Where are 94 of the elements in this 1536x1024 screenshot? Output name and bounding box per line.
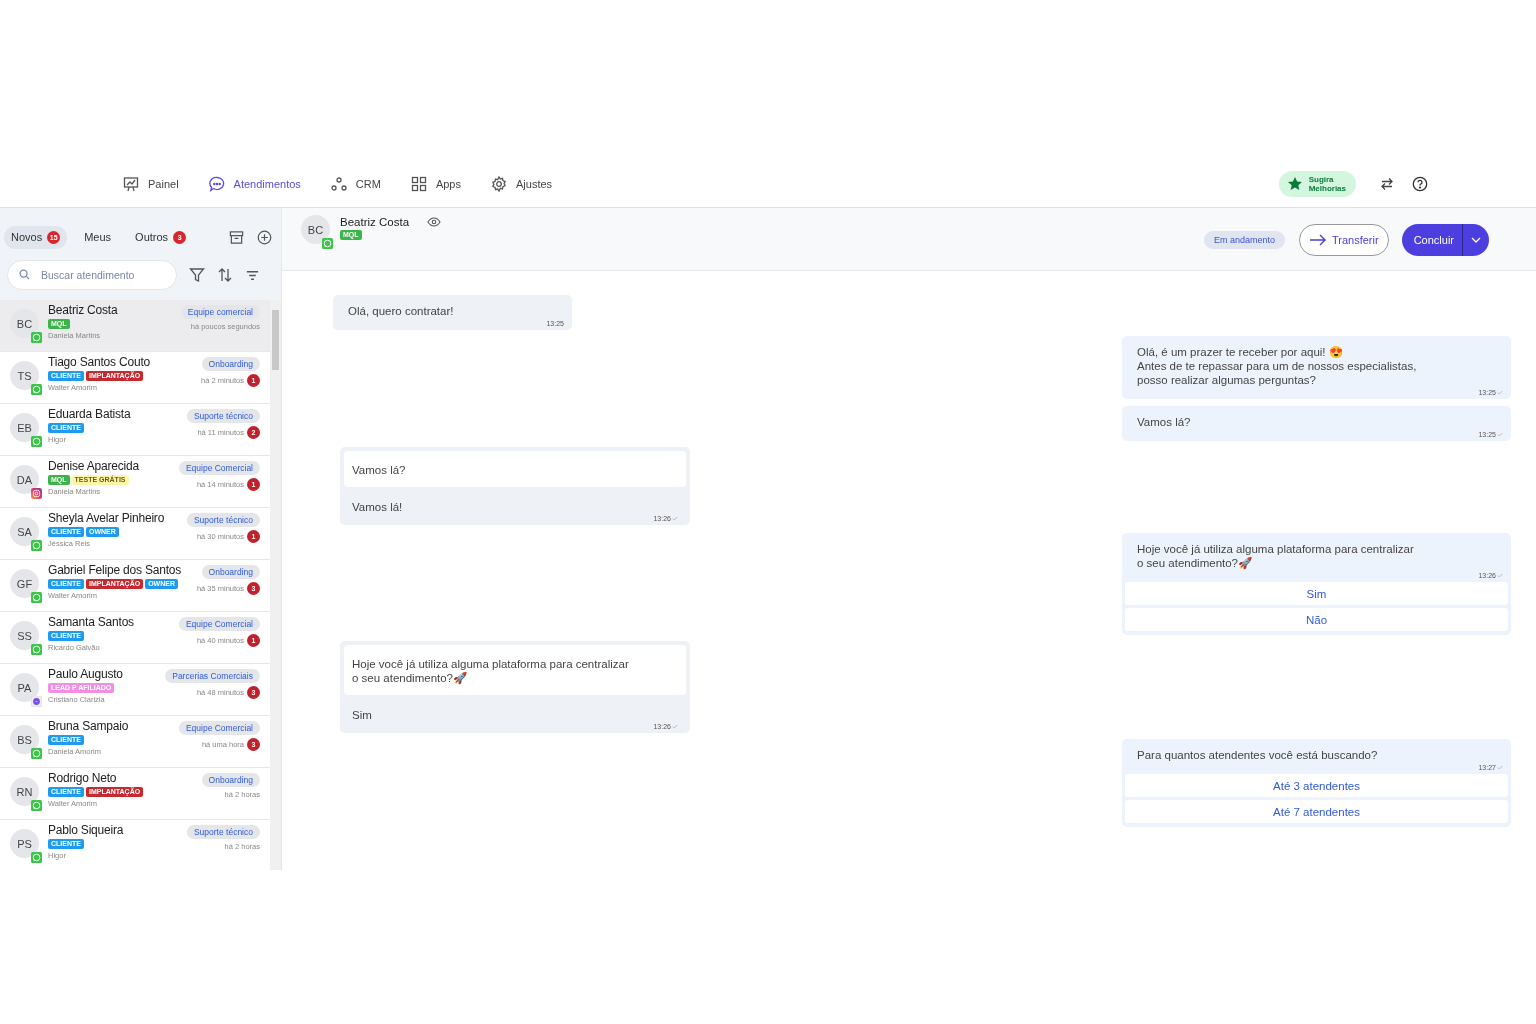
whatsapp-icon <box>31 800 42 811</box>
search-icon <box>19 269 30 280</box>
option-button[interactable]: Até 3 atendentes <box>1125 774 1508 797</box>
search-field[interactable]: Buscar atendimento <box>7 260 177 290</box>
team-label: Suporte técnico <box>186 409 260 423</box>
whatsapp-icon <box>31 332 42 343</box>
chat-bubble-icon <box>208 175 225 192</box>
option-button[interactable]: Não <box>1125 608 1508 631</box>
caret-icon <box>1471 237 1481 243</box>
arrow-icon <box>1309 234 1327 246</box>
team-label: Onboarding <box>201 357 260 371</box>
status-label: Em andamento <box>1203 231 1285 249</box>
contact-name: Denise Aparecida <box>48 459 140 473</box>
contact-name: Paulo Augusto <box>48 667 124 681</box>
add-circle-icon[interactable] <box>257 229 272 245</box>
avatar: PS <box>10 829 39 858</box>
check-icon <box>1497 573 1503 578</box>
check-icon <box>1497 765 1503 770</box>
sort-arrows-icon[interactable] <box>217 267 233 283</box>
contact-name: Tiago Santos Couto <box>48 355 152 369</box>
contact-name: Gabriel Felipe dos Santos <box>48 563 183 577</box>
nav-item[interactable]: Painel <box>123 175 179 192</box>
whatsapp-icon <box>322 238 333 249</box>
avatar: EB <box>10 413 39 442</box>
message-text: Hoje você já utiliza alguma plataforma para centralizar o seu atendimento?🚀 <box>1136 542 1415 570</box>
message-text: Vamos lá? <box>1136 415 1192 429</box>
nav-item[interactable]: Apps <box>410 175 461 192</box>
contact-name: Beatriz Costa <box>48 303 119 317</box>
transfer-button[interactable]: Transferir <box>1299 224 1389 256</box>
check-icon <box>1497 432 1503 437</box>
contact-name: Pablo Siqueira <box>48 823 125 837</box>
avatar: BC <box>10 309 39 338</box>
whatsapp-icon <box>31 852 42 863</box>
message-text: Olá, é um prazer te receber por aqui! 😍 Antes de te repassar para um de nossos especialistas, posso realizar algumas perguntas? <box>1136 345 1418 387</box>
nav-item[interactable]: Ajustes <box>491 175 553 192</box>
check-icon <box>672 516 678 521</box>
check-icon <box>672 724 678 729</box>
eye-icon[interactable] <box>427 217 442 227</box>
team-label: Equipe comercial <box>180 305 260 319</box>
avatar: TS <box>10 361 39 390</box>
contact-name: Beatriz Costa <box>340 216 410 228</box>
settings-icon <box>491 175 507 192</box>
contact-name: Sheyla Avelar Pinheiro <box>48 511 166 525</box>
three-circles-icon <box>330 175 347 192</box>
nav-item[interactable]: Atendimentos <box>208 175 301 192</box>
filter-icon[interactable] <box>189 267 205 283</box>
option-button[interactable]: Sim <box>1125 582 1508 605</box>
avatar: SA <box>10 517 39 546</box>
whatsapp-icon <box>31 384 42 395</box>
messenger-icon <box>31 696 42 707</box>
archive-icon[interactable] <box>229 229 244 245</box>
presentation-chart-icon <box>123 175 139 192</box>
team-label: Suporte técnico <box>186 825 260 839</box>
tab[interactable]: Meus <box>77 226 119 248</box>
quoted-message: Vamos lá? <box>344 451 686 487</box>
contact-name: Rodrigo Neto <box>48 771 118 785</box>
contact-name: Eduarda Batista <box>48 407 132 421</box>
star-icon <box>1286 175 1303 192</box>
avatar: SS <box>10 621 39 650</box>
avatar: BS <box>10 725 39 754</box>
nav-item[interactable]: CRM <box>330 175 381 192</box>
contact-name: Bruna Sampaio <box>48 719 130 733</box>
message-text: Olá, quero contratar! <box>347 304 455 318</box>
swap-arrows-icon[interactable] <box>1380 176 1394 191</box>
team-label: Onboarding <box>201 773 260 787</box>
message-text: Sim <box>351 708 373 721</box>
team-label: Equipe Comercial <box>178 461 260 475</box>
team-label: Equipe Comercial <box>178 721 260 735</box>
whatsapp-icon <box>31 592 42 603</box>
scrollbar-thumb[interactable] <box>272 310 279 370</box>
avatar: DA <box>10 465 39 494</box>
whatsapp-icon <box>31 540 42 551</box>
avatar: GF <box>10 569 39 598</box>
instagram-icon <box>31 488 42 499</box>
suggest-improvements-button[interactable]: Sugira Melhorias <box>1278 170 1356 197</box>
message-text: Vamos lá! <box>351 500 404 513</box>
whatsapp-icon <box>31 436 42 447</box>
team-label: Onboarding <box>201 565 260 579</box>
grid-icon <box>410 175 427 192</box>
contact-name: Samanta Santos <box>48 615 135 629</box>
avatar: PA <box>10 673 39 702</box>
whatsapp-icon <box>31 748 42 759</box>
message-text: Para quantos atendentes você está buscando? <box>1136 748 1379 762</box>
finish-button[interactable]: Concluir <box>1401 224 1489 256</box>
option-button[interactable]: Até 7 atendentes <box>1125 800 1508 823</box>
team-label: Suporte técnico <box>186 513 260 527</box>
quoted-message: Hoje você já utiliza alguma plataforma para centralizar o seu atendimento?🚀 <box>344 645 686 695</box>
whatsapp-icon <box>31 644 42 655</box>
avatar: BC <box>301 215 330 244</box>
team-label: Parcerias Comerciais <box>165 669 260 683</box>
avatar: RN <box>10 777 39 806</box>
check-icon <box>1497 390 1503 395</box>
team-label: Equipe Comercial <box>178 617 260 631</box>
help-icon[interactable] <box>1412 175 1428 192</box>
